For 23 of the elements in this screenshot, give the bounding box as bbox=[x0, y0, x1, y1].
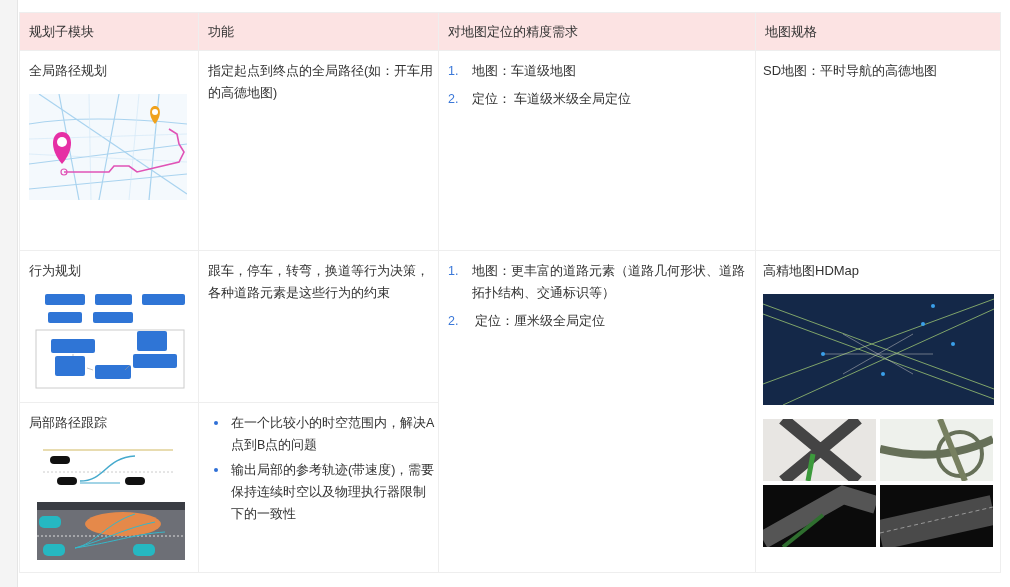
column-header: 对地图定位的精度需求 bbox=[448, 22, 578, 41]
list-number: 1. bbox=[448, 63, 460, 80]
map-spec-text: SD地图：平时导航的高德地图 bbox=[763, 62, 939, 80]
module-name: 全局路径规划 bbox=[29, 62, 108, 80]
accuracy-text: 地图：更丰富的道路元素（道路几何形状、道路拓扑结构、交通标识等） bbox=[472, 263, 746, 302]
list-number: 1. bbox=[448, 263, 460, 280]
accuracy-text: 地图：车道级地图 bbox=[472, 63, 576, 80]
bullet-text: 在一个比较小的时空范围内，解决A点到B点的问题 bbox=[231, 415, 436, 454]
bullet-icon bbox=[214, 468, 218, 472]
module-name: 行为规划 bbox=[29, 262, 82, 280]
accuracy-text: 定位：厘米级全局定位 bbox=[474, 313, 606, 330]
function-text: 跟车，停车，转弯，换道等行为决策，各种道路元素是这些行为的约束 bbox=[208, 263, 430, 302]
bullet-icon bbox=[214, 421, 218, 425]
map-spec-text: 高精地图HDMap bbox=[763, 262, 861, 280]
bullet-text: 输出局部的参考轨迹(带速度)，需要保持连续时空以及物理执行器限制下的一致性 bbox=[231, 462, 436, 523]
list-number: 2. bbox=[448, 91, 460, 108]
accuracy-text: 定位： 车道级米级全局定位 bbox=[472, 91, 632, 108]
column-header: 功能 bbox=[208, 22, 234, 41]
column-header: 规划子模块 bbox=[29, 22, 94, 41]
column-header: 地图规格 bbox=[765, 22, 817, 41]
function-text: 指定起点到终点的全局路径(如：开车用的高德地图) bbox=[208, 63, 435, 102]
list-number: 2. bbox=[448, 313, 460, 330]
module-name: 局部路径跟踪 bbox=[29, 414, 108, 432]
